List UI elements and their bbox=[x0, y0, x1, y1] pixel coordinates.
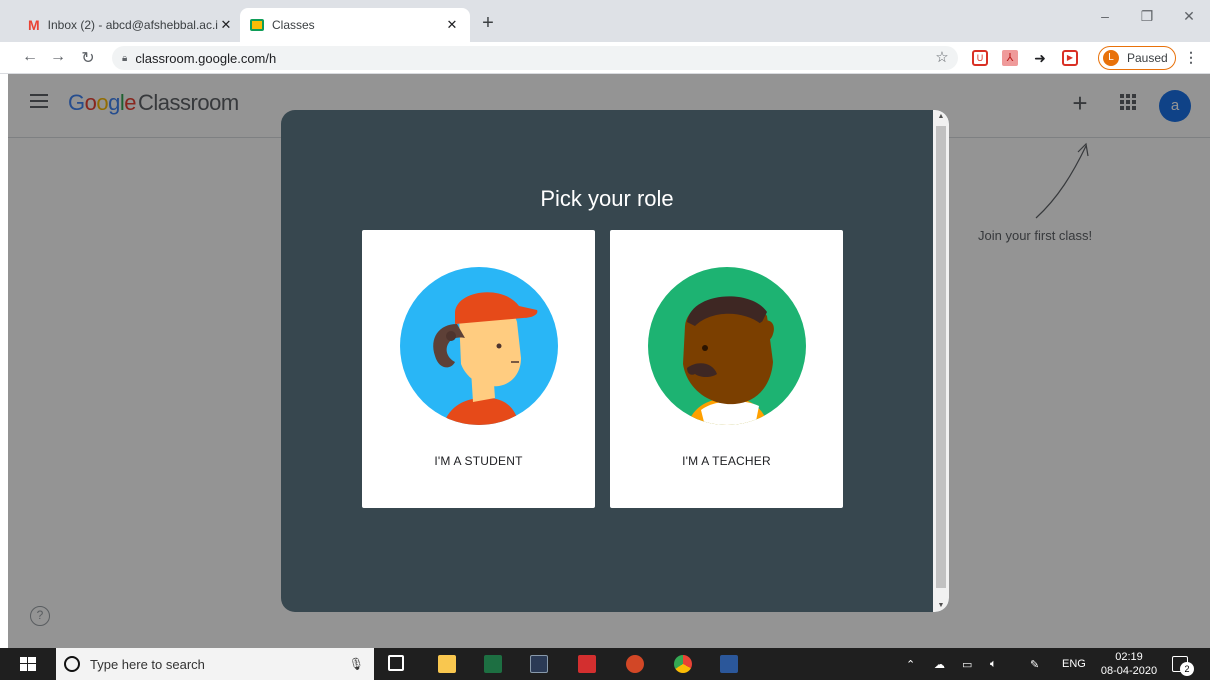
tab-title: Inbox (2) - abcd@afshebbal.ac.in bbox=[47, 18, 218, 32]
dialog-scrollbar[interactable]: ▲ ▼ bbox=[933, 110, 949, 612]
chrome-icon[interactable] bbox=[674, 655, 692, 673]
windows-start-icon[interactable] bbox=[20, 657, 36, 671]
lock-icon: 🔒︎ bbox=[122, 52, 128, 64]
browser-menu-icon[interactable]: ⋮ bbox=[1184, 49, 1198, 66]
reload-icon[interactable]: ↻ bbox=[78, 48, 98, 68]
mysql-icon[interactable] bbox=[530, 655, 548, 673]
back-icon[interactable]: ← bbox=[20, 48, 40, 66]
notification-count: 2 bbox=[1180, 662, 1194, 676]
pdf-extension-icon[interactable]: ⅄ bbox=[1002, 50, 1018, 66]
dialog-title: Pick your role bbox=[540, 186, 674, 211]
cortana-icon bbox=[64, 656, 80, 672]
browser-toolbar: ← → ↻ 🔒︎ classroom.google.com/h ☆ U ⅄ ➜ … bbox=[0, 42, 1210, 74]
scrollbar-thumb[interactable] bbox=[936, 126, 946, 588]
student-role-card[interactable]: I'M A STUDENT bbox=[362, 230, 595, 508]
profile-avatar: L bbox=[1103, 50, 1119, 66]
new-tab-button[interactable]: + bbox=[478, 12, 498, 35]
close-tab-icon[interactable]: ✕ bbox=[218, 17, 234, 33]
search-placeholder: Type here to search bbox=[90, 656, 205, 672]
profile-button[interactable]: L Paused bbox=[1098, 46, 1176, 70]
classroom-page: GoogleClassroom + a Join your first clas… bbox=[8, 74, 1210, 648]
file-explorer-icon[interactable] bbox=[438, 655, 456, 673]
gmail-icon: M bbox=[28, 17, 40, 33]
taskbar-clock[interactable]: 02:19 08-04-2020 bbox=[1094, 650, 1164, 678]
tab-gmail[interactable]: M Inbox (2) - abcd@afshebbal.ac.in ✕ bbox=[18, 8, 244, 42]
scroll-up-icon[interactable]: ▲ bbox=[933, 113, 949, 120]
url-text: classroom.google.com/h bbox=[135, 50, 277, 66]
volume-icon[interactable]: 🔈︎ bbox=[990, 648, 997, 680]
microphone-icon[interactable]: 🎙︎ bbox=[349, 657, 364, 671]
taskbar-search-box[interactable]: Type here to search 🎙︎ bbox=[56, 648, 374, 680]
excel-icon[interactable] bbox=[484, 655, 502, 673]
teacher-illustration bbox=[648, 267, 806, 425]
teacher-role-label: I'M A TEACHER bbox=[682, 454, 771, 468]
teacher-role-card[interactable]: I'M A TEACHER bbox=[610, 230, 843, 508]
profile-status: Paused bbox=[1127, 51, 1168, 65]
share-arrow-icon[interactable]: ➜ bbox=[1032, 50, 1048, 66]
onedrive-icon[interactable]: ☁ bbox=[934, 648, 945, 680]
scroll-down-icon[interactable]: ▼ bbox=[933, 602, 949, 609]
tab-classes[interactable]: Classes ✕ bbox=[240, 8, 470, 42]
acrobat-icon[interactable] bbox=[578, 655, 596, 673]
powerpoint-icon[interactable] bbox=[626, 655, 644, 673]
task-view-icon[interactable] bbox=[388, 655, 404, 671]
tab-title: Classes bbox=[272, 18, 315, 32]
student-role-label: I'M A STUDENT bbox=[434, 454, 523, 468]
classroom-icon bbox=[250, 19, 264, 31]
media-extension-icon[interactable]: ▶ bbox=[1062, 50, 1078, 66]
clock-date: 08-04-2020 bbox=[1100, 665, 1158, 677]
word-icon[interactable] bbox=[720, 655, 738, 673]
language-indicator[interactable]: ENG bbox=[1062, 648, 1086, 680]
close-tab-icon[interactable]: ✕ bbox=[444, 17, 460, 33]
battery-icon[interactable]: ▭ bbox=[962, 648, 972, 680]
browser-tab-bar: M Inbox (2) - abcd@afshebbal.ac.in ✕ Cla… bbox=[0, 0, 1210, 42]
pick-role-dialog: Pick your role I'M A STUDENT I'M A TEACH… bbox=[281, 110, 949, 612]
forward-icon[interactable]: → bbox=[48, 48, 68, 66]
close-window-button[interactable]: ✕ bbox=[1174, 8, 1204, 25]
minimize-button[interactable]: – bbox=[1090, 8, 1120, 24]
pen-icon[interactable]: ✎ bbox=[1030, 648, 1039, 680]
tray-chevron-icon[interactable]: ⌃ bbox=[906, 648, 915, 680]
url-bar[interactable]: 🔒︎ classroom.google.com/h bbox=[112, 46, 958, 70]
pocket-extension-icon[interactable]: U bbox=[972, 50, 988, 66]
windows-taskbar: Type here to search 🎙︎ ⌃ ☁ ▭ 🔈︎ ✎ ENG 02… bbox=[0, 648, 1210, 680]
clock-time: 02:19 bbox=[1115, 651, 1143, 663]
restore-button[interactable]: ❐ bbox=[1132, 8, 1162, 25]
student-illustration bbox=[400, 267, 558, 425]
bookmark-star-icon[interactable]: ☆ bbox=[934, 50, 950, 66]
